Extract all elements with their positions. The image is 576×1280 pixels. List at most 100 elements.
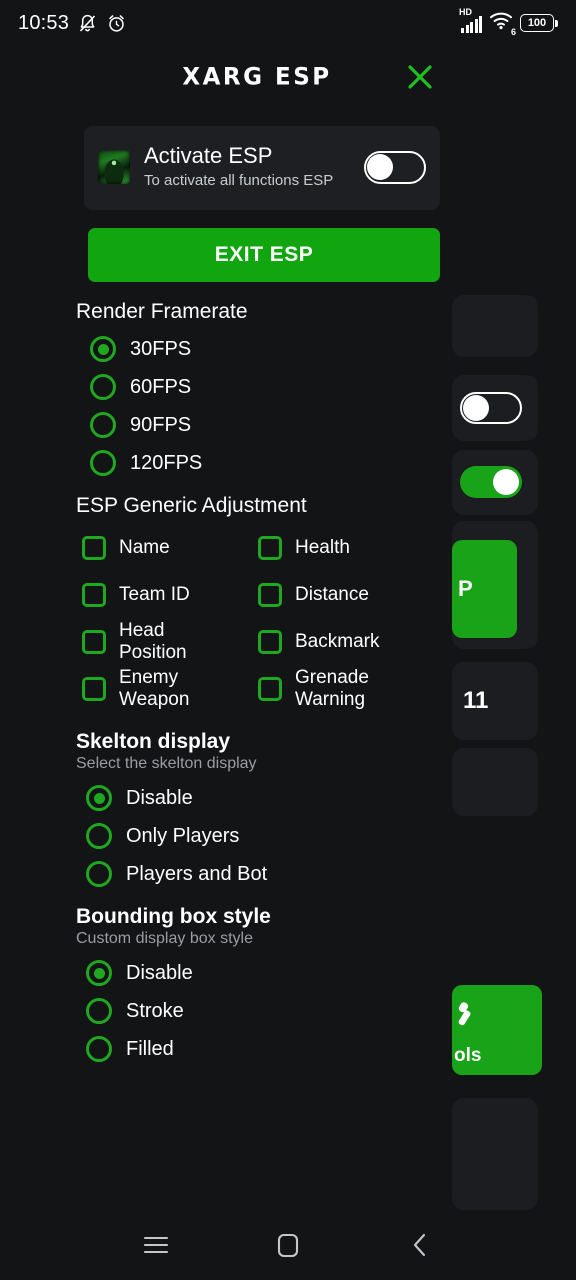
hd-label: HD xyxy=(459,7,472,17)
checkbox-health-box xyxy=(258,535,282,560)
chevron-left-icon xyxy=(413,1233,426,1257)
checkbox-head-position-box xyxy=(82,629,106,654)
bg-toggle-off-knob xyxy=(463,395,489,421)
battery-icon: 100 xyxy=(520,14,558,32)
wifi-gen-label: 6 xyxy=(510,27,516,37)
nav-back-button[interactable] xyxy=(392,1217,448,1273)
checkbox-enemy-weapon-box xyxy=(82,676,106,701)
skelton-display-title: Skelton display xyxy=(76,730,231,753)
checkbox-backmark[interactable]: Backmark xyxy=(258,618,442,665)
radio-box-stroke[interactable]: Stroke xyxy=(68,998,442,1024)
checkbox-enemy-weapon[interactable]: Enemy Weapon xyxy=(82,665,258,712)
status-bar-left: 10:53 xyxy=(18,12,127,35)
activate-esp-toggle-knob xyxy=(367,154,393,180)
bg-tools-button[interactable]: ols xyxy=(452,985,542,1075)
close-button[interactable] xyxy=(400,57,440,97)
alarm-clock-icon xyxy=(109,14,124,32)
checkbox-grenade-warning-box xyxy=(258,676,282,701)
signal-icon: HD xyxy=(459,7,482,33)
activate-esp-subtitle: To activate all functions ESP xyxy=(144,171,334,189)
radio-box-stroke-indicator xyxy=(86,998,112,1024)
radio-60fps-label: 60FPS xyxy=(130,375,192,398)
checkbox-health[interactable]: Health xyxy=(258,524,442,571)
bg-card-7 xyxy=(452,1098,538,1210)
radio-60fps-indicator xyxy=(90,374,116,400)
checkbox-name[interactable]: Name xyxy=(82,524,258,571)
checkbox-team-id-box xyxy=(82,582,106,607)
bg-partial-button[interactable]: P xyxy=(452,540,517,638)
panel-header: XARG ESP xyxy=(0,46,452,108)
radio-box-filled-indicator xyxy=(86,1036,112,1062)
bounding-box-style-title: Bounding box style xyxy=(76,905,271,928)
checkbox-name-label: Name xyxy=(119,536,170,558)
radio-skelton-only-players-indicator xyxy=(86,823,112,849)
esp-settings-panel: XARG ESP Activate ESP To activate all fu… xyxy=(0,46,452,1210)
checkbox-backmark-label: Backmark xyxy=(295,630,380,652)
bg-card-6 xyxy=(452,748,538,816)
bounding-box-style-subtitle: Custom display box style xyxy=(76,930,253,947)
radio-skelton-players-and-bot-label: Players and Bot xyxy=(126,862,268,885)
checkbox-backmark-box xyxy=(258,629,282,654)
wifi-icon: 6 xyxy=(489,11,516,37)
checkbox-grenade-warning[interactable]: Grenade Warning xyxy=(258,665,442,712)
esp-generic-adjustment-grid: Name Health Team ID Distance Head Positi… xyxy=(68,524,442,712)
bounding-box-style-section: Bounding box style Custom display box st… xyxy=(0,905,452,1062)
esp-generic-adjustment-title: ESP Generic Adjustment xyxy=(76,494,307,517)
close-icon xyxy=(408,65,432,89)
esp-generic-adjustment-section: ESP Generic Adjustment Name Health Team … xyxy=(0,494,452,712)
radio-skelton-players-and-bot-indicator xyxy=(86,861,112,887)
radio-120fps[interactable]: 120FPS xyxy=(76,450,442,476)
battery-level-label: 100 xyxy=(527,17,547,29)
mute-bell-icon xyxy=(79,14,96,31)
radio-box-filled-label: Filled xyxy=(126,1037,174,1060)
skelton-display-section: Skelton display Select the skelton displ… xyxy=(0,730,452,887)
radio-90fps[interactable]: 90FPS xyxy=(76,412,442,438)
radio-30fps-label: 30FPS xyxy=(130,337,192,360)
radio-skelton-disable-label: Disable xyxy=(126,786,193,809)
checkbox-head-position-label: Head Position xyxy=(119,620,187,663)
status-bar-right: HD 6 100 xyxy=(459,7,558,37)
app-screen: P 11 ols 10:53 HD 6 100 XARG ESP Activat… xyxy=(0,0,576,1280)
bg-partial-button-label: P xyxy=(458,576,473,601)
radio-30fps[interactable]: 30FPS xyxy=(76,336,442,362)
activate-esp-card[interactable]: Activate ESP To activate all functions E… xyxy=(84,126,440,210)
bg-toggle-on[interactable] xyxy=(460,466,522,498)
radio-90fps-label: 90FPS xyxy=(130,413,192,436)
bg-toggle-off[interactable] xyxy=(460,392,522,424)
checkbox-team-id[interactable]: Team ID xyxy=(82,571,258,618)
checkbox-distance[interactable]: Distance xyxy=(258,571,442,618)
bg-partial-text: 11 xyxy=(463,687,489,714)
skelton-display-subtitle: Select the skelton display xyxy=(76,755,257,772)
status-bar-clock: 10:53 xyxy=(18,11,70,34)
radio-box-disable-indicator xyxy=(86,960,112,986)
radio-box-disable[interactable]: Disable xyxy=(68,960,442,986)
activate-esp-text: Activate ESP To activate all functions E… xyxy=(144,143,350,190)
wrench-icon xyxy=(458,1002,471,1026)
render-framerate-title: Render Framerate xyxy=(76,300,248,323)
checkbox-name-box xyxy=(82,535,106,560)
render-framerate-section: Render Framerate 30FPS 60FPS 90FPS 120FP… xyxy=(0,300,452,476)
radio-120fps-label: 120FPS xyxy=(130,451,203,474)
exit-esp-label: EXIT ESP xyxy=(214,243,314,266)
checkbox-head-position[interactable]: Head Position xyxy=(82,618,258,665)
radio-skelton-only-players-label: Only Players xyxy=(126,824,240,847)
radio-box-filled[interactable]: Filled xyxy=(68,1036,442,1062)
page-title: XARG ESP xyxy=(182,63,332,91)
radio-60fps[interactable]: 60FPS xyxy=(76,374,442,400)
activate-esp-toggle[interactable] xyxy=(364,150,426,184)
checkbox-distance-box xyxy=(258,582,282,607)
nav-home-button[interactable] xyxy=(260,1217,316,1273)
exit-esp-button[interactable]: EXIT ESP xyxy=(88,228,440,282)
radio-skelton-disable-indicator xyxy=(86,785,112,811)
nav-recents-button[interactable] xyxy=(128,1217,184,1273)
game-logo-icon xyxy=(98,150,130,184)
status-bar: 10:53 HD 6 100 xyxy=(0,0,576,46)
radio-120fps-indicator xyxy=(90,450,116,476)
radio-skelton-disable[interactable]: Disable xyxy=(68,785,442,811)
radio-skelton-only-players[interactable]: Only Players xyxy=(68,823,442,849)
system-nav-bar xyxy=(0,1210,576,1280)
checkbox-grenade-warning-label: Grenade Warning xyxy=(295,667,369,710)
radio-30fps-indicator xyxy=(90,336,116,362)
checkbox-enemy-weapon-label: Enemy Weapon xyxy=(119,667,190,710)
radio-skelton-players-and-bot[interactable]: Players and Bot xyxy=(68,861,442,887)
